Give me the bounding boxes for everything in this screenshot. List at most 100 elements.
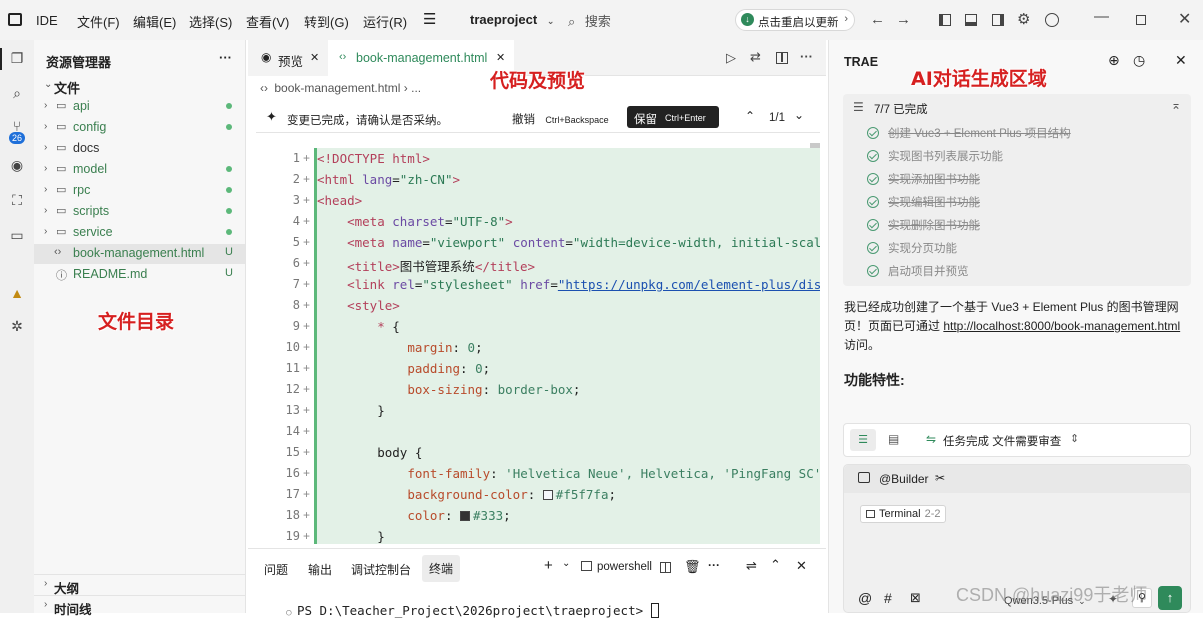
mention-icon[interactable]: @ <box>858 590 872 606</box>
tree-item-service[interactable]: › ▭ service <box>34 223 245 243</box>
agent-name[interactable]: @Builder <box>879 472 929 486</box>
explorer-files-icon[interactable]: ❐ <box>6 50 28 70</box>
tab-preview[interactable]: ◉ 预览 ✕ <box>248 40 328 76</box>
tree-item-readme[interactable]: ⓘ README.md U <box>34 265 245 285</box>
new-chat-icon[interactable]: ⊕ <box>1108 52 1120 69</box>
tree-item-book-management[interactable]: ‹› book-management.html U <box>34 244 245 264</box>
maximize-panel-icon[interactable]: ⌃ <box>770 557 781 573</box>
menu-goto[interactable]: 转到(G) <box>304 12 349 31</box>
warning-extension-icon[interactable]: ▲ <box>6 285 28 305</box>
image-upload-icon[interactable]: ⊠ <box>910 590 921 606</box>
undo-button[interactable]: 撤销 Ctrl+Backspace <box>512 111 609 127</box>
context-chip[interactable]: Terminal 2-2 <box>860 505 947 523</box>
menu-select[interactable]: 选择(S) <box>189 12 232 31</box>
tree-item-docs[interactable]: › ▭ docs <box>34 139 245 159</box>
hashtag-icon[interactable]: # <box>884 590 892 606</box>
close-panel-icon[interactable]: ✕ <box>796 558 807 574</box>
checklist-tab-icon[interactable]: ☰ <box>850 429 876 451</box>
close-window-icon[interactable]: ✕ <box>1178 9 1191 29</box>
terminal-shell-selector[interactable]: powershell <box>581 561 652 573</box>
chevron-down-icon[interactable]: ⌄ <box>562 558 570 569</box>
close-panel-icon[interactable]: ✕ <box>1175 52 1187 69</box>
message-text-end: 访问。 <box>844 338 881 352</box>
split-terminal-icon[interactable] <box>660 562 671 573</box>
new-terminal-icon[interactable]: + <box>544 557 553 574</box>
line-number: 5 <box>292 235 300 249</box>
tree-item-label: api <box>73 99 90 113</box>
preview-link[interactable]: http://localhost:8000/book-management.ht… <box>943 319 1180 333</box>
terminal-prompt-line[interactable]: ○ PS D:\Teacher_Project\2026project\trae… <box>256 588 659 633</box>
chevron-up-icon[interactable]: ⌃ <box>745 109 755 123</box>
toggle-sidebar-icon[interactable] <box>939 14 951 26</box>
tree-item-rpc[interactable]: › ▭ rpc <box>34 181 245 201</box>
back-arrow-icon[interactable]: ← <box>870 11 885 28</box>
update-button[interactable]: ↓ 点击重启以更新 › <box>735 9 855 31</box>
menu-view[interactable]: 查看(V) <box>246 12 289 31</box>
history-icon[interactable]: ◷ <box>1133 52 1145 69</box>
color-swatch-light[interactable] <box>542 490 553 500</box>
tree-item-api[interactable]: › ▭ api <box>34 97 245 117</box>
agent-icon[interactable]: ✲ <box>6 318 28 338</box>
expand-icon[interactable]: ⇕ <box>1070 432 1079 445</box>
todo-item: 实现添加图书功能 <box>867 171 980 187</box>
task-status-label[interactable]: 任务完成 文件需要审查 <box>943 433 1061 449</box>
timeline-section[interactable]: › 时间线 <box>34 595 245 617</box>
tab-book-management[interactable]: ‹› book-management.html ✕ <box>328 40 514 76</box>
run-icon[interactable]: ▷ <box>726 50 736 66</box>
explorer-more-icon[interactable]: ··· <box>219 50 232 65</box>
project-switcher[interactable]: traeproject ⌄ <box>470 12 554 27</box>
color-swatch-dark[interactable] <box>460 511 471 521</box>
panel-tab-debug-console[interactable]: 调试控制台 <box>351 561 411 578</box>
chevron-down-icon[interactable]: ⌄ <box>794 108 804 122</box>
folder-icon: ▭ <box>56 205 67 217</box>
tree-item-config[interactable]: › ▭ config <box>34 118 245 138</box>
agent-tools-icon[interactable]: ✂ <box>935 471 945 485</box>
account-icon[interactable] <box>1045 13 1059 27</box>
forward-arrow-icon[interactable]: → <box>896 11 911 28</box>
trash-icon[interactable]: 🗑 <box>684 559 701 575</box>
menu-file[interactable]: 文件(F) <box>77 12 120 31</box>
remote-explorer-icon[interactable]: ▭ <box>6 227 28 247</box>
search-icon[interactable]: ⌕ <box>6 85 28 105</box>
extensions-icon[interactable]: ⛶ <box>6 192 28 212</box>
more-actions-icon[interactable]: ··· <box>800 49 813 64</box>
panel-layout-icon[interactable]: ⇌ <box>746 558 757 574</box>
outline-section[interactable]: › 大纲 <box>34 574 245 596</box>
minimize-icon[interactable]: — <box>1094 8 1109 25</box>
keep-button[interactable]: 保留 Ctrl+Enter <box>627 106 719 128</box>
toggle-aux-bar-icon[interactable] <box>992 14 1004 26</box>
collapse-icon[interactable]: ⌅ <box>1171 98 1181 112</box>
toggle-panel-icon[interactable] <box>965 14 977 26</box>
settings-gear-icon[interactable]: ⚙ <box>1017 10 1030 28</box>
maximize-icon[interactable] <box>1136 15 1146 25</box>
breadcrumb[interactable]: ‹› book-management.html › ... <box>260 81 421 95</box>
keep-shortcut: Ctrl+Enter <box>665 113 706 123</box>
update-label: 点击重启以更新 <box>758 17 839 29</box>
more-actions-icon[interactable]: ··· <box>708 558 720 572</box>
hamburger-menu-icon[interactable]: ☰ <box>423 10 436 28</box>
tree-root[interactable]: ⌄ 文件 <box>34 76 245 96</box>
chevron-down-icon: ⌄ <box>44 79 53 90</box>
task-status-bar: ☰ ▤ ⇋ 任务完成 文件需要审查 ⇕ <box>843 423 1191 457</box>
search-box[interactable]: ⌕ 搜索 <box>568 11 611 30</box>
compare-icon[interactable]: ⇄ <box>750 49 761 65</box>
explorer-panel: 资源管理器 ··· ⌄ 文件 › ▭ api › ▭ config › ▭ docs › ▭ m… <box>34 40 246 617</box>
tree-item-scripts[interactable]: › ▭ scripts <box>34 202 245 222</box>
tab-label: book-management.html <box>356 51 488 65</box>
code-area[interactable]: 1 <!DOCTYPE html> + 2 <html lang="zh-CN"> + … <box>248 148 820 544</box>
panel-tab-problems[interactable]: 问题 <box>264 561 288 578</box>
run-debug-icon[interactable]: ◉ <box>6 157 28 177</box>
tree-item-label: README.md <box>73 267 148 281</box>
close-tab-icon[interactable]: ✕ <box>496 51 505 64</box>
send-button[interactable]: ↑ <box>1158 586 1182 610</box>
panel-tab-terminal[interactable]: 终端 <box>422 555 461 582</box>
split-editor-icon[interactable] <box>776 52 788 64</box>
menu-edit[interactable]: 编辑(E) <box>133 12 176 31</box>
file-review-icon[interactable]: ▤ <box>888 432 899 446</box>
menu-run[interactable]: 运行(R) <box>363 12 407 31</box>
editor-area: ◉ 预览 ✕ ‹› book-management.html ✕ ▷ ⇄ ···… <box>248 40 826 545</box>
code-line: 3 <head> + <box>248 190 820 211</box>
tree-item-model[interactable]: › ▭ model <box>34 160 245 180</box>
panel-tab-output[interactable]: 输出 <box>308 561 332 578</box>
close-tab-icon[interactable]: ✕ <box>310 51 319 64</box>
